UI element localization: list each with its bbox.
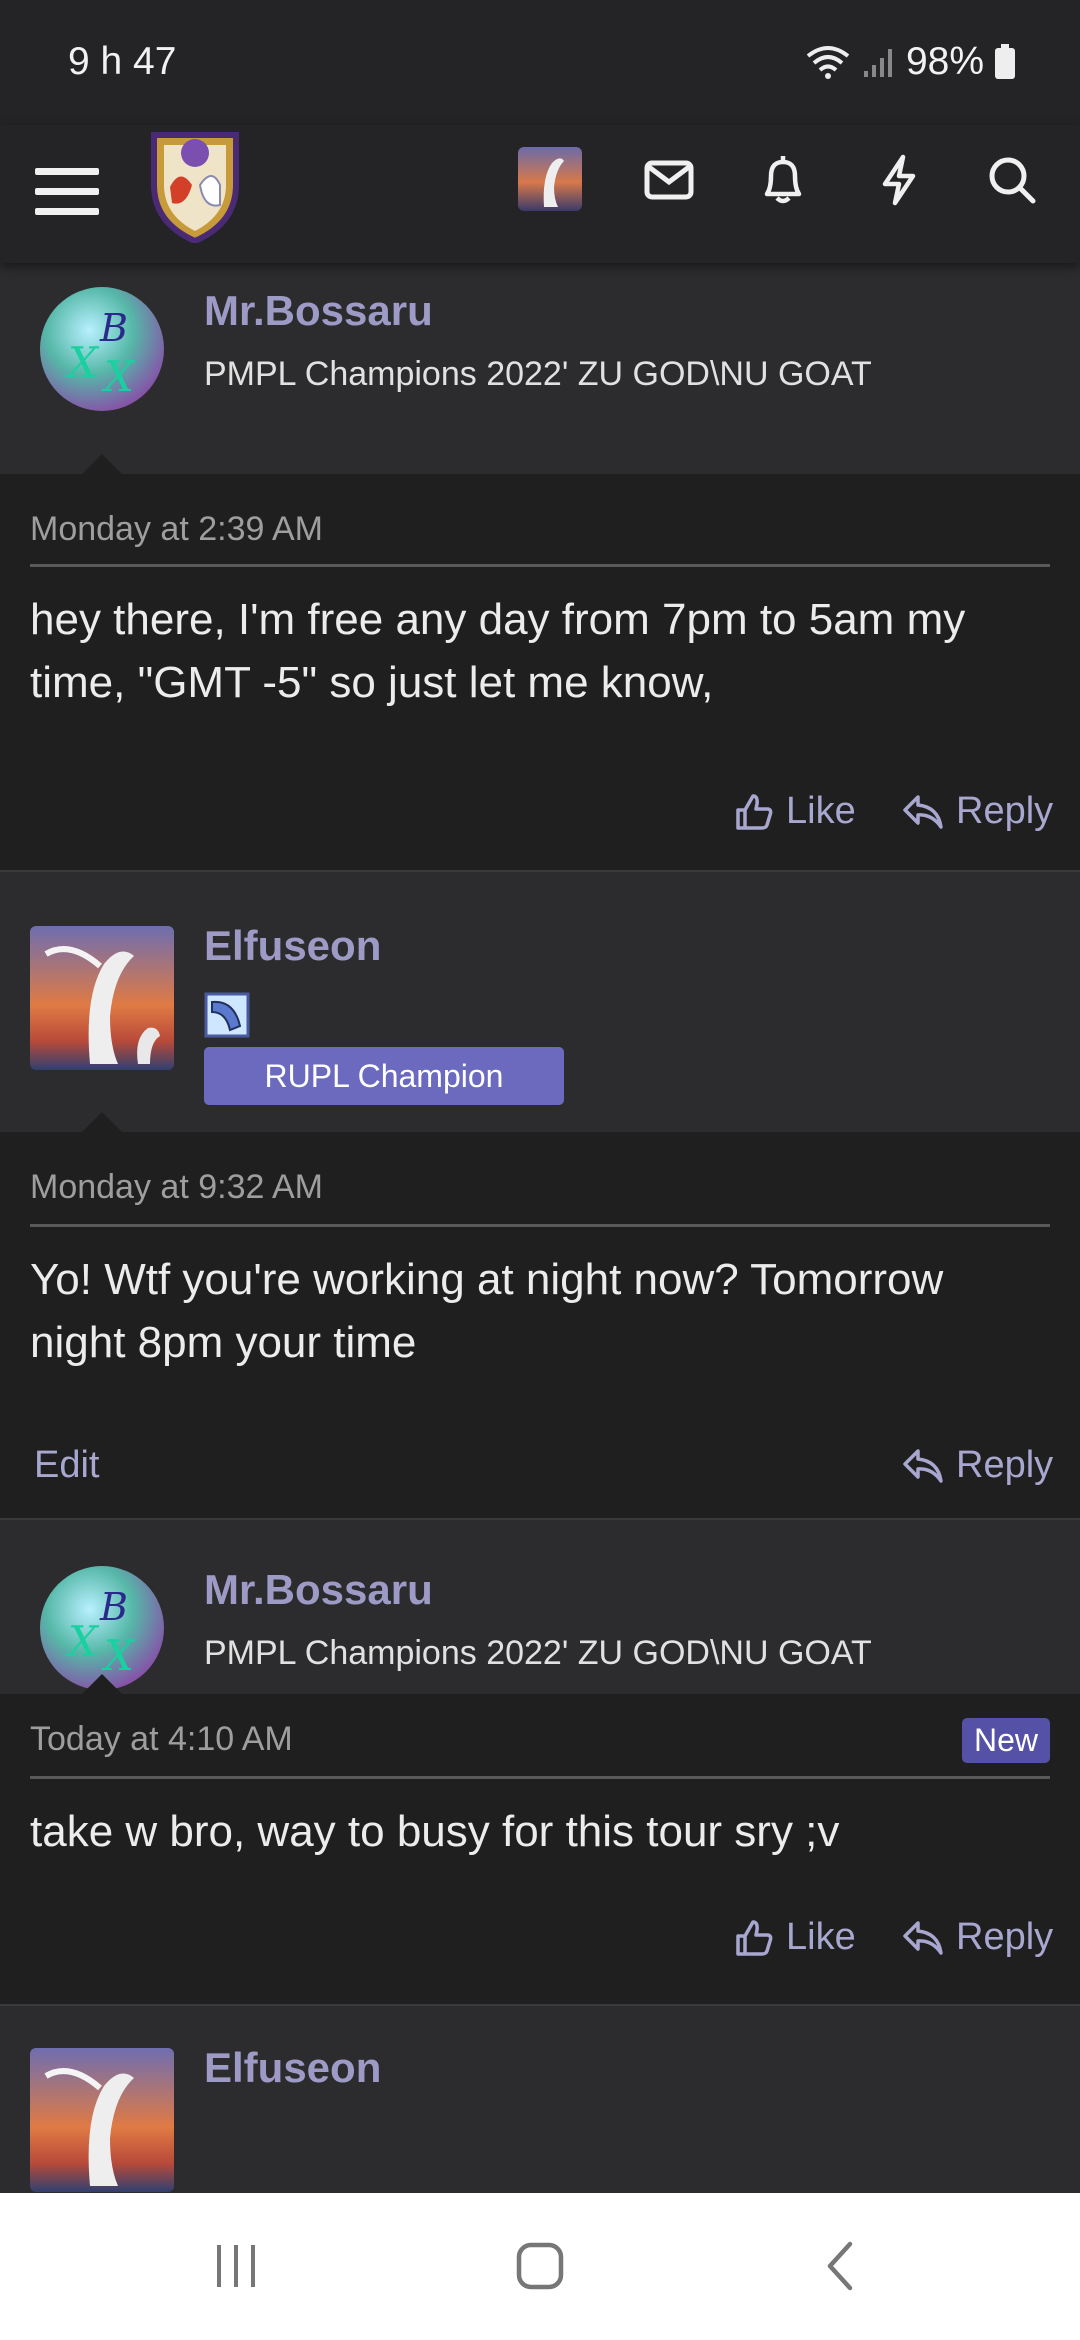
reply-button[interactable]: Reply (902, 790, 1053, 833)
like-button[interactable]: Like (734, 790, 856, 833)
svg-text:B: B (99, 1585, 128, 1629)
username[interactable]: Mr.Bossaru (204, 287, 433, 335)
edit-button[interactable]: Edit (34, 1444, 99, 1487)
date-divider (30, 1776, 1050, 1779)
avatar[interactable] (30, 2048, 174, 2192)
post-message: hey there, I'm free any day from 7pm to … (30, 595, 966, 707)
caret-pointer (82, 454, 122, 474)
user-avatar[interactable] (518, 147, 582, 211)
reply-button[interactable]: Reply (902, 1444, 1053, 1487)
reply-arrow-icon (903, 794, 943, 829)
reply-arrow-icon (903, 1448, 943, 1483)
date-divider (30, 564, 1050, 567)
recent-apps-icon[interactable] (196, 2231, 276, 2301)
reply-arrow-icon (903, 1920, 943, 1955)
post-header: Elfuseon (0, 2028, 1080, 2193)
avatar[interactable]: B X X (38, 1564, 166, 1692)
top-navigation (0, 125, 1080, 263)
envelope-icon[interactable] (638, 149, 700, 211)
post-separator (0, 870, 1080, 894)
post-body: Today at 4:10 AM New take w bro, way to … (0, 1694, 1080, 2004)
lightning-icon[interactable] (868, 147, 930, 213)
post-body: Monday at 2:39 AM hey there, I'm free an… (0, 474, 1080, 870)
system-navigation-bar (0, 2193, 1080, 2340)
thumbs-up-icon (736, 793, 773, 830)
post: B X X Mr.Bossaru PMPL Champions 2022' ZU… (0, 263, 1080, 894)
like-label: Like (786, 1916, 856, 1958)
username[interactable]: Elfuseon (204, 922, 381, 970)
battery-percent: 98% (905, 40, 984, 83)
wifi-icon (806, 46, 850, 79)
post-body: Monday at 9:32 AM Yo! Wtf you're working… (0, 1132, 1080, 1518)
user-title: PMPL Champions 2022' ZU GOD\NU GOAT (204, 1634, 872, 1672)
caret-pointer (82, 1674, 122, 1694)
post-header: Elfuseon RUPL Champion (0, 894, 1080, 1132)
post-separator (0, 2004, 1080, 2028)
post: Elfuseon (0, 2028, 1080, 2193)
caret-pointer (82, 1112, 122, 1132)
post-date[interactable]: Today at 4:10 AM (30, 1720, 293, 1759)
rank-banner: RUPL Champion (204, 1047, 564, 1105)
group-badge-icon (204, 992, 250, 1038)
post-feed: B X X Mr.Bossaru PMPL Champions 2022' ZU… (0, 263, 1080, 2193)
new-badge: New (961, 1718, 1050, 1763)
back-icon[interactable] (800, 2231, 880, 2301)
reply-label: Reply (956, 1444, 1054, 1486)
svg-text:X: X (65, 1617, 100, 1666)
post-date[interactable]: Monday at 9:32 AM (30, 1168, 323, 1207)
svg-text:B: B (99, 306, 128, 350)
search-icon[interactable] (980, 147, 1044, 213)
thumbs-up-icon (736, 1919, 773, 1956)
status-icons: 98% (804, 40, 1016, 84)
svg-text:X: X (101, 1631, 136, 1680)
bell-icon[interactable] (752, 147, 814, 213)
avatar[interactable] (30, 926, 174, 1070)
svg-text:X: X (101, 352, 136, 401)
post-header: B X X Mr.Bossaru PMPL Champions 2022' ZU… (0, 1542, 1080, 1694)
status-time: 9 h 47 (68, 40, 177, 83)
like-label: Like (786, 790, 856, 832)
like-button[interactable]: Like (734, 1916, 856, 1959)
post-header: B X X Mr.Bossaru PMPL Champions 2022' ZU… (0, 263, 1080, 474)
status-bar: 9 h 47 98% (0, 0, 1080, 125)
home-icon[interactable] (500, 2231, 580, 2301)
reply-button[interactable]: Reply (902, 1916, 1053, 1959)
svg-text:X: X (65, 338, 100, 387)
post: B X X Mr.Bossaru PMPL Champions 2022' ZU… (0, 1542, 1080, 2028)
avatar[interactable]: B X X (38, 285, 166, 413)
post-message: Yo! Wtf you're working at night now? Tom… (30, 1255, 944, 1367)
reply-label: Reply (956, 1916, 1054, 1958)
post: Elfuseon RUPL Champion Monday at 9:32 AM… (0, 894, 1080, 1542)
forum-crest-logo[interactable] (140, 125, 250, 245)
hamburger-menu-icon[interactable] (34, 159, 100, 225)
post-date[interactable]: Monday at 2:39 AM (30, 510, 323, 549)
reply-label: Reply (956, 790, 1054, 832)
signal-icon (863, 49, 892, 77)
date-divider (30, 1224, 1050, 1227)
edit-label: Edit (34, 1444, 100, 1486)
user-title: PMPL Champions 2022' ZU GOD\NU GOAT (204, 355, 872, 393)
battery-icon (995, 44, 1015, 79)
post-separator (0, 1518, 1080, 1542)
post-message: take w bro, way to busy for this tour sr… (30, 1807, 840, 1856)
username[interactable]: Mr.Bossaru (204, 1566, 433, 1614)
username[interactable]: Elfuseon (204, 2044, 381, 2092)
